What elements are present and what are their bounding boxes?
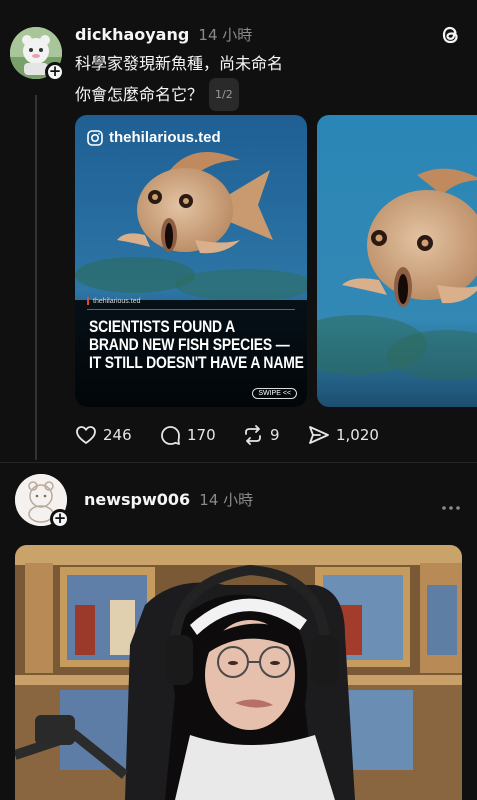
follow-plus-icon[interactable]: +	[45, 62, 65, 82]
carousel-image-2[interactable]	[317, 115, 477, 407]
comment-button[interactable]: 170	[160, 424, 216, 446]
share-button[interactable]: 1,020	[308, 424, 379, 446]
card-headline: SCIENTISTS FOUND A BRAND NEW FISH SPECIE…	[89, 318, 307, 372]
comment-count: 170	[187, 426, 216, 444]
thread-line	[35, 95, 37, 460]
instagram-icon	[87, 129, 103, 146]
post-divider	[0, 462, 477, 463]
repost-button[interactable]: 9	[242, 424, 280, 446]
threads-logo-icon[interactable]	[440, 24, 462, 46]
fish-illustration-2	[317, 115, 477, 407]
card-divider	[87, 309, 295, 310]
send-icon	[309, 426, 329, 444]
share-count: 1,020	[336, 426, 379, 444]
post-text-line-1: 科學家發現新魚種，尚未命名	[75, 54, 284, 73]
card-source: thehilarious.ted	[87, 297, 140, 305]
like-button[interactable]: 246	[75, 424, 132, 446]
headline-line-2: BRAND NEW FISH SPECIES —	[89, 335, 290, 354]
streamer-photo	[15, 545, 462, 800]
username[interactable]: newspw006	[84, 490, 190, 509]
follow-plus-icon[interactable]: +	[50, 509, 70, 529]
repost-icon	[245, 425, 261, 445]
post-text-line-2: 你會怎麼命名它？ 1/2	[75, 78, 283, 111]
timestamp: 14 小時	[199, 491, 254, 509]
username[interactable]: dickhaoyang	[75, 25, 189, 44]
like-count: 246	[103, 426, 132, 444]
heart-icon	[76, 426, 96, 444]
post-header: newspw006 14 小時	[84, 489, 253, 510]
card-account: thehilarious.ted	[87, 129, 221, 146]
post-header: dickhaoyang 14 小時	[75, 24, 252, 45]
post-image[interactable]	[15, 545, 462, 800]
page-indicator: 1/2	[209, 78, 239, 111]
comment-icon	[161, 425, 180, 445]
headline-line-3: IT STILL DOESN'T HAVE A NAME	[89, 353, 304, 372]
post-text: 科學家發現新魚種，尚未命名 你會怎麼命名它？ 1/2	[75, 49, 283, 111]
carousel-image-1[interactable]: thehilarious.ted thehilarious.ted SCIENT…	[75, 115, 307, 407]
repost-count: 9	[270, 426, 280, 444]
more-options-icon[interactable]	[441, 496, 461, 510]
card-account-name: thehilarious.ted	[109, 129, 221, 146]
card-source-label: thehilarious.ted	[93, 297, 141, 305]
source-marker	[87, 297, 89, 305]
timestamp: 14 小時	[198, 26, 253, 44]
headline-line-1: SCIENTISTS FOUND A	[89, 317, 236, 336]
swipe-hint: SWIPE <<	[252, 388, 297, 399]
